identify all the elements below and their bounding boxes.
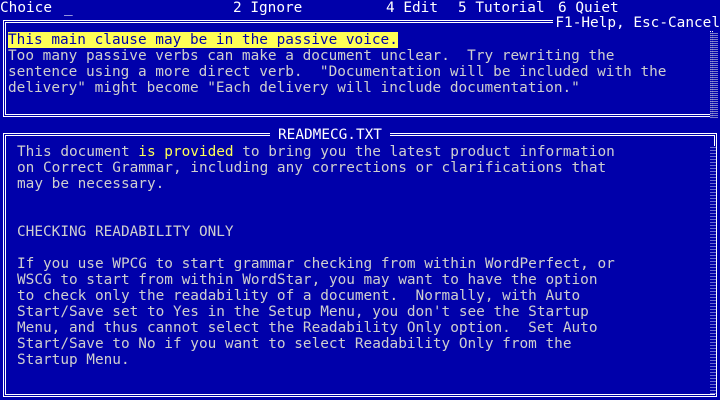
help-hint: F1-Help, Esc-Cancel — [553, 15, 720, 31]
document-line: may be necessary. — [17, 176, 165, 192]
document-line: Startup Menu. — [17, 352, 130, 368]
message-headline: This main clause may be in the passive v… — [8, 32, 398, 48]
message-line: sentence using a more direct verb. "Docu… — [8, 64, 667, 80]
current-sentence-highlight[interactable]: is provided — [138, 144, 233, 160]
section-heading: CHECKING READABILITY ONLY — [17, 224, 234, 240]
message-line: delivery" might become "Each delivery wi… — [8, 80, 580, 96]
choice-label: Choice — [0, 0, 52, 16]
document-line: Menu, and thus cannot select the Readabi… — [17, 320, 598, 336]
message-scrollbar[interactable] — [710, 32, 718, 118]
document-line: on Correct Grammar, including any correc… — [17, 160, 607, 176]
document-line: This document is provided to bring you t… — [17, 144, 615, 160]
menu-tutorial[interactable]: 5 Tutorial — [458, 0, 545, 16]
document-title: READMECG.TXT — [270, 127, 390, 143]
document-line: If you use WPCG to start grammar checkin… — [17, 256, 615, 272]
document-text: to bring you the latest product informat… — [233, 144, 615, 160]
menu-edit[interactable]: 4 Edit — [386, 0, 438, 16]
message-line: Too many passive verbs can make a docume… — [8, 48, 615, 64]
choice-cursor[interactable]: _ — [64, 0, 73, 16]
document-line: to check only the readability of a docum… — [17, 288, 581, 304]
menu-ignore[interactable]: 2 Ignore — [233, 0, 302, 16]
document-line: WSCG to start from within WordStar, you … — [17, 272, 598, 288]
document-line: Start/Save to No if you want to select R… — [17, 336, 572, 352]
document-line: Start/Save set to Yes in the Setup Menu,… — [17, 304, 589, 320]
document-text: This document — [17, 144, 139, 160]
menu-quiet[interactable]: 6 Quiet — [558, 0, 619, 16]
menu-bar: Choice _ 2 Ignore 4 Edit 5 Tutorial 6 Qu… — [0, 0, 720, 16]
document-scrollbar[interactable] — [710, 146, 716, 394]
